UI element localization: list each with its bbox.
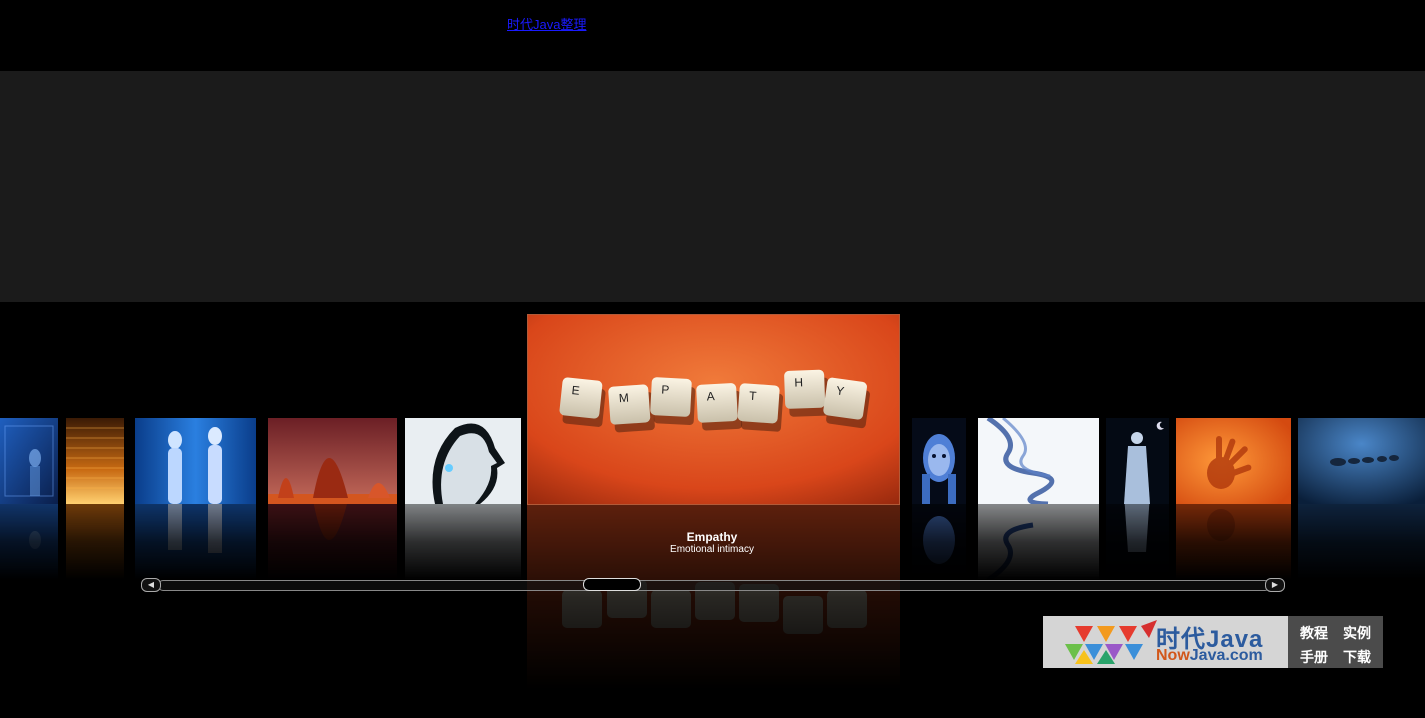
svg-text:A: A — [706, 389, 715, 403]
empathy-keys-thumbnail[interactable]: E M P A T H Y — [527, 314, 900, 505]
white-face-profile-thumbnail[interactable] — [405, 418, 521, 504]
svg-text:M: M — [618, 391, 629, 406]
svg-text:P: P — [661, 383, 670, 397]
reflection — [1106, 504, 1169, 580]
logo-url: NowJava.com — [1156, 647, 1263, 664]
logo-link-download[interactable]: 下载 — [1343, 647, 1371, 667]
blue-mannequins-thumbnail[interactable] — [135, 418, 256, 504]
thumbnail-image — [268, 418, 397, 504]
blue-glass-figure-thumbnail[interactable] — [0, 418, 58, 504]
logo-link-tutorial[interactable]: 教程 — [1300, 623, 1328, 643]
logo-links: 教程 实例 手册 下载 — [1288, 616, 1383, 668]
gallery-scrollbar-thumb[interactable] — [583, 578, 641, 591]
selected-title: Empathy — [686, 530, 738, 544]
reflection — [1176, 504, 1291, 580]
scroll-left-button[interactable]: ◀ — [141, 578, 161, 592]
gallery-scrollbar-track[interactable] — [158, 580, 1270, 591]
logo-link-examples[interactable]: 实例 — [1343, 623, 1371, 643]
triangle-logo-icon — [1065, 620, 1157, 664]
reflection — [405, 504, 521, 580]
reflection — [978, 504, 1099, 580]
reflection — [66, 504, 124, 580]
blue-face-hands-thumbnail[interactable] — [912, 418, 966, 504]
reflection — [0, 504, 58, 580]
orange-code-thumbnail[interactable] — [66, 418, 124, 504]
blue-stones-thumbnail[interactable] — [1298, 418, 1425, 504]
thumbnail-image — [912, 418, 966, 504]
selected-subtitle: Emotional intimacy — [670, 544, 754, 555]
thumbnail-image — [66, 418, 124, 504]
logo-brand: 时代Java NowJava.com — [1043, 616, 1288, 668]
header-link[interactable]: 时代Java整理 — [507, 14, 586, 33]
thumbnail-image — [1176, 418, 1291, 504]
nowjava-logo[interactable]: 时代Java NowJava.com 教程 实例 手册 下载 — [1043, 616, 1383, 668]
top-bar: 时代Java整理 — [0, 0, 1425, 71]
logo-link-manual[interactable]: 手册 — [1300, 647, 1328, 667]
blue-smoke-thumbnail[interactable] — [978, 418, 1099, 504]
thumbnail-image — [405, 418, 521, 504]
reflection — [912, 504, 966, 580]
thumbnail-image — [1298, 418, 1425, 504]
reflection — [135, 504, 256, 580]
scroll-right-button[interactable]: ▶ — [1265, 578, 1285, 592]
reflection — [1298, 504, 1425, 580]
arrow-right-icon: ▶ — [1271, 580, 1279, 589]
banner-area — [0, 71, 1425, 302]
thumbnail-image — [1106, 418, 1169, 504]
orange-hand-thumbnail[interactable] — [1176, 418, 1291, 504]
ghost-figure-thumbnail[interactable] — [1106, 418, 1169, 504]
thumbnail-image — [135, 418, 256, 504]
reflection — [268, 504, 397, 580]
thumbnail-image — [978, 418, 1099, 504]
thumbnail-image: E M P A T H Y — [528, 315, 899, 504]
svg-text:E: E — [571, 383, 580, 398]
arrow-left-icon: ◀ — [147, 580, 155, 589]
red-cone-landscape-thumbnail[interactable] — [268, 418, 397, 504]
thumbnail-image — [0, 418, 58, 504]
svg-text:H: H — [794, 375, 803, 389]
